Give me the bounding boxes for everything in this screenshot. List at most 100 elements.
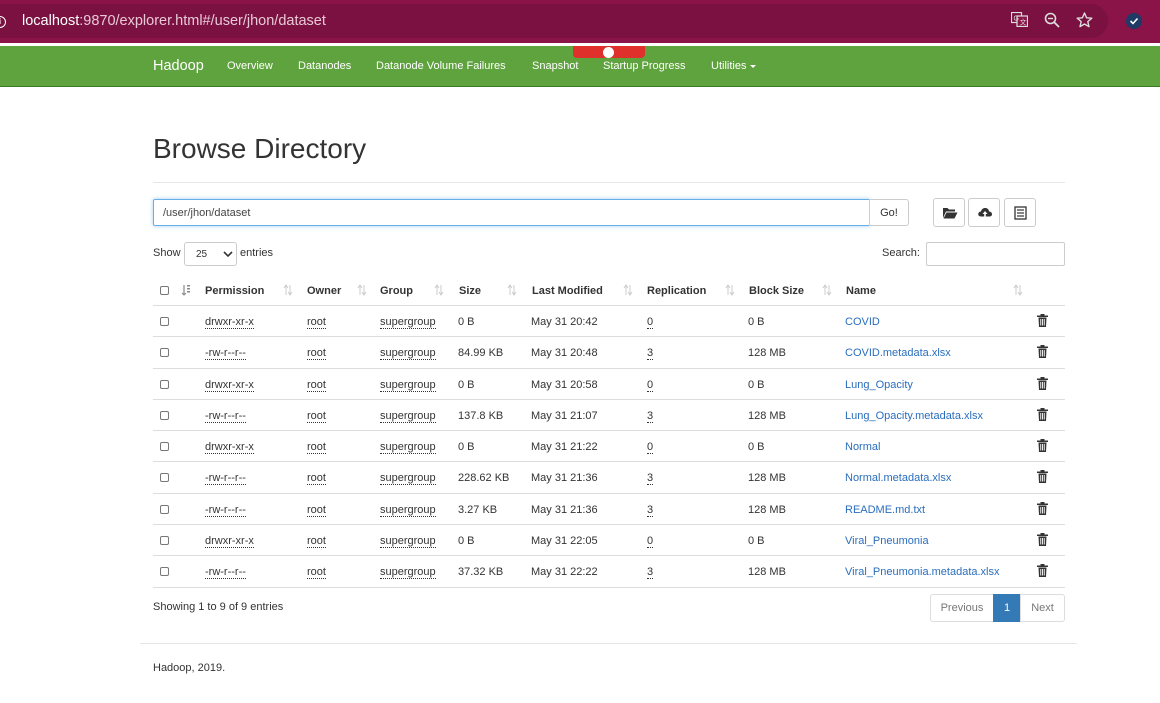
cell-group[interactable]: supergroup [380,535,436,549]
cell-replication[interactable]: 3 [647,410,654,423]
page-1-button[interactable]: 1 [993,594,1021,622]
cell-owner[interactable]: root [307,316,326,329]
col-replication[interactable]: Replication [647,285,706,297]
cell-replication[interactable]: 0 [647,316,654,329]
cell-owner[interactable]: root [307,410,326,423]
trash-icon[interactable] [1037,533,1048,547]
cell-group[interactable]: supergroup [380,379,436,392]
cell-permission[interactable]: -rw-r--r-- [205,472,246,486]
cell-name-link[interactable]: Normal [845,441,880,453]
cell-group[interactable]: supergroup [380,316,436,329]
cell-group[interactable]: supergroup [380,441,436,455]
trash-icon[interactable] [1037,345,1048,359]
col-size[interactable]: Size [459,285,481,297]
trash-icon[interactable] [1037,407,1048,421]
cell-name-link[interactable]: Viral_Pneumonia.metadata.xlsx [845,566,1000,578]
cell-replication[interactable]: 3 [647,566,654,580]
nav-utilities[interactable]: Utilities [711,60,757,72]
trash-icon[interactable] [1037,376,1048,390]
col-group[interactable]: Group [380,285,413,297]
sort-icon[interactable] [725,284,735,296]
url-text[interactable]: localhost:9870/explorer.html#/user/jhon/… [22,13,326,29]
row-checkbox[interactable] [160,504,169,514]
cell-name-link[interactable]: Viral_Pneumonia [845,535,929,547]
cell-owner[interactable]: root [307,535,326,549]
sort-icon[interactable] [507,284,517,296]
trash-icon[interactable] [1037,314,1048,327]
row-checkbox[interactable] [160,410,169,420]
col-permission[interactable]: Permission [205,285,264,297]
cell-name-link[interactable]: Normal.metadata.xlsx [845,472,951,484]
row-checkbox[interactable] [160,379,169,389]
trash-icon[interactable] [1037,439,1048,453]
trash-icon[interactable] [1037,564,1048,578]
sort-icon[interactable] [623,284,633,296]
extension-icon[interactable] [1126,13,1142,29]
row-checkbox[interactable] [160,317,169,326]
entries-per-page-select[interactable]: 25 [184,242,237,266]
cell-name-link[interactable]: COVID [845,316,880,328]
row-checkbox[interactable] [160,473,169,483]
cell-replication[interactable]: 0 [647,535,654,549]
cell-owner[interactable]: root [307,504,326,517]
previous-page-button[interactable]: Previous [930,594,994,622]
cell-owner[interactable]: root [307,441,326,455]
cell-permission[interactable]: -rw-r--r-- [205,410,246,423]
col-owner[interactable]: Owner [307,285,341,297]
sort-asc-icon[interactable] [181,284,191,296]
translate-icon[interactable]: G 文 [1011,12,1028,27]
cell-replication[interactable]: 3 [647,347,654,361]
upload-files-button[interactable] [968,198,1000,227]
nav-snapshot[interactable]: Snapshot [532,60,578,72]
sort-icon[interactable] [1013,284,1023,296]
address-bar[interactable]: i localhost:9870/explorer.html#/user/jho… [0,4,1108,38]
cell-permission[interactable]: drwxr-xr-x [205,441,254,455]
cell-name-link[interactable]: Lung_Opacity.metadata.xlsx [845,410,983,422]
cell-replication[interactable]: 0 [647,379,654,392]
trash-icon[interactable] [1037,501,1048,515]
zoom-icon[interactable] [1044,12,1060,28]
cell-group[interactable]: supergroup [380,347,436,361]
cell-permission[interactable]: -rw-r--r-- [205,347,246,361]
sort-icon[interactable] [357,284,367,296]
col-last-modified[interactable]: Last Modified [532,285,603,297]
cell-group[interactable]: supergroup [380,566,436,580]
nav-datanodes[interactable]: Datanodes [298,60,351,72]
cell-replication[interactable]: 0 [647,441,654,455]
cell-owner[interactable]: root [307,347,326,361]
cell-name-link[interactable]: README.md.txt [845,504,925,516]
cell-replication[interactable]: 3 [647,472,654,486]
row-checkbox[interactable] [160,567,169,577]
cell-group[interactable]: supergroup [380,410,436,423]
cell-owner[interactable]: root [307,379,326,392]
navbar-brand[interactable]: Hadoop [153,58,204,74]
row-checkbox[interactable] [160,442,169,452]
cell-permission[interactable]: -rw-r--r-- [205,504,246,517]
col-name[interactable]: Name [846,285,876,297]
create-directory-button[interactable] [933,198,965,227]
cell-name-link[interactable]: COVID.metadata.xlsx [845,347,951,359]
col-block-size[interactable]: Block Size [749,285,804,297]
sort-icon[interactable] [283,284,293,296]
sort-icon[interactable] [434,284,444,296]
cell-owner[interactable]: root [307,566,326,580]
next-page-button[interactable]: Next [1020,594,1065,622]
nav-overview[interactable]: Overview [227,60,273,72]
row-checkbox[interactable] [160,348,169,358]
cell-owner[interactable]: root [307,472,326,486]
directory-path-input[interactable] [153,199,870,226]
row-checkbox[interactable] [160,536,169,546]
cut-paste-button[interactable] [1004,198,1036,227]
cell-name-link[interactable]: Lung_Opacity [845,379,913,391]
site-info-icon[interactable]: i [0,16,6,28]
sort-icon[interactable] [822,284,832,296]
cell-group[interactable]: supergroup [380,472,436,486]
select-all-checkbox[interactable] [160,286,169,295]
cell-permission[interactable]: drwxr-xr-x [205,316,254,329]
nav-startup-progress[interactable]: Startup Progress [603,60,686,72]
cell-permission[interactable]: -rw-r--r-- [205,566,246,580]
search-input[interactable] [926,242,1065,266]
cell-permission[interactable]: drwxr-xr-x [205,535,254,549]
cell-group[interactable]: supergroup [380,504,436,517]
cell-replication[interactable]: 3 [647,504,654,517]
